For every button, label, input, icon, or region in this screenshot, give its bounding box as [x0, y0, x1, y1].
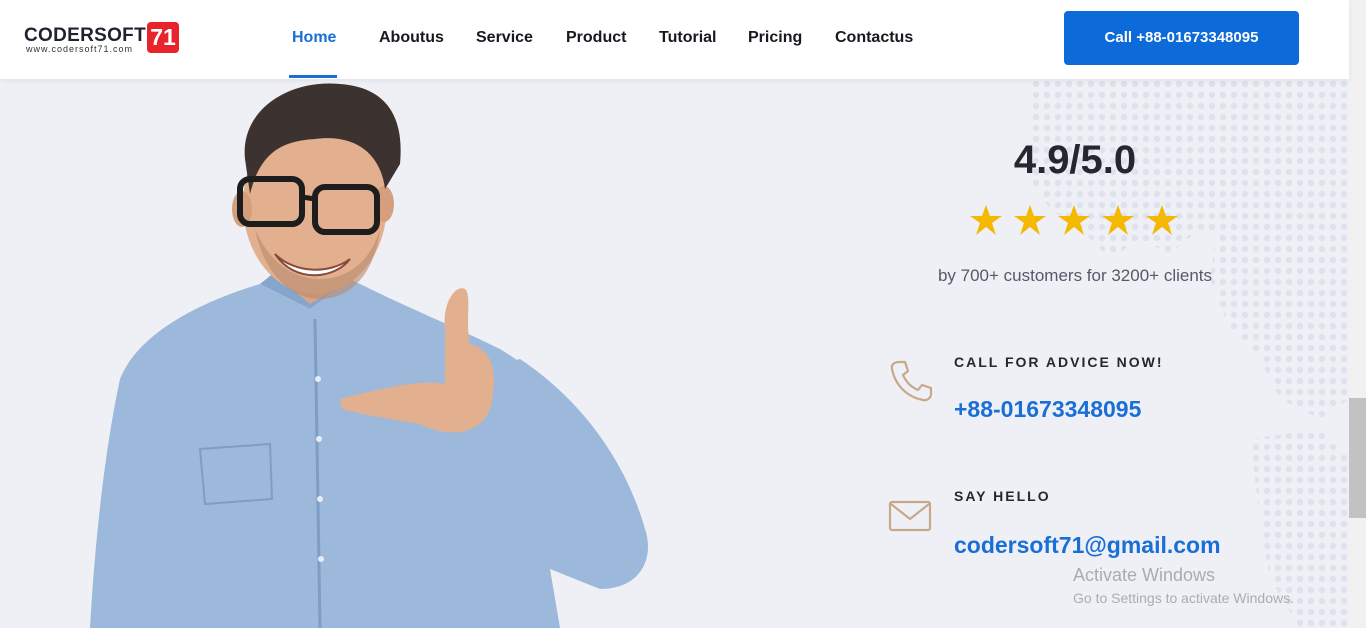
- scrollbar-thumb[interactable]: [1349, 398, 1366, 518]
- active-nav-indicator: [289, 75, 337, 78]
- phone-link[interactable]: +88-01673348095: [954, 396, 1141, 423]
- rating-subtitle: by 700+ customers for 3200+ clients: [937, 266, 1213, 285]
- nav-item-service[interactable]: Service: [476, 29, 533, 47]
- rating-stars: [970, 205, 1178, 235]
- say-hello-label: SAY HELLO: [954, 488, 1051, 504]
- star-icon: [970, 205, 1002, 235]
- logo-badge: 71: [147, 22, 179, 53]
- nav-item-aboutus[interactable]: Aboutus: [379, 29, 444, 47]
- star-icon: [1058, 205, 1090, 235]
- phone-icon: [890, 360, 933, 402]
- mail-icon: [888, 500, 932, 532]
- nav-item-contactus[interactable]: Contactus: [835, 29, 913, 47]
- site-header: CODERSOFT 71 www.codersoft71.com Home Ab…: [0, 0, 1349, 79]
- star-icon: [1146, 205, 1178, 235]
- nav-item-home[interactable]: Home: [292, 29, 336, 47]
- activate-windows-title: Activate Windows: [1073, 565, 1216, 585]
- logo-url: www.codersoft71.com: [26, 44, 134, 54]
- call-label: CALL FOR ADVICE NOW!: [954, 354, 1164, 370]
- email-link[interactable]: codersoft71@gmail.com: [954, 532, 1221, 559]
- star-icon: [1102, 205, 1134, 235]
- nav-item-tutorial[interactable]: Tutorial: [659, 29, 716, 47]
- rating-score: 4.9/5.0: [1013, 138, 1137, 182]
- nav-item-pricing[interactable]: Pricing: [748, 29, 802, 47]
- star-icon: [1014, 205, 1046, 235]
- page-scrollbar[interactable]: [1349, 0, 1366, 628]
- site-logo[interactable]: CODERSOFT 71 www.codersoft71.com: [24, 22, 184, 56]
- nav-item-product[interactable]: Product: [566, 29, 626, 47]
- smiling-man-image: [90, 83, 648, 628]
- activate-windows-subtitle: Go to Settings to activate Windows.: [1073, 590, 1294, 606]
- call-button[interactable]: Call +88-01673348095: [1064, 11, 1299, 65]
